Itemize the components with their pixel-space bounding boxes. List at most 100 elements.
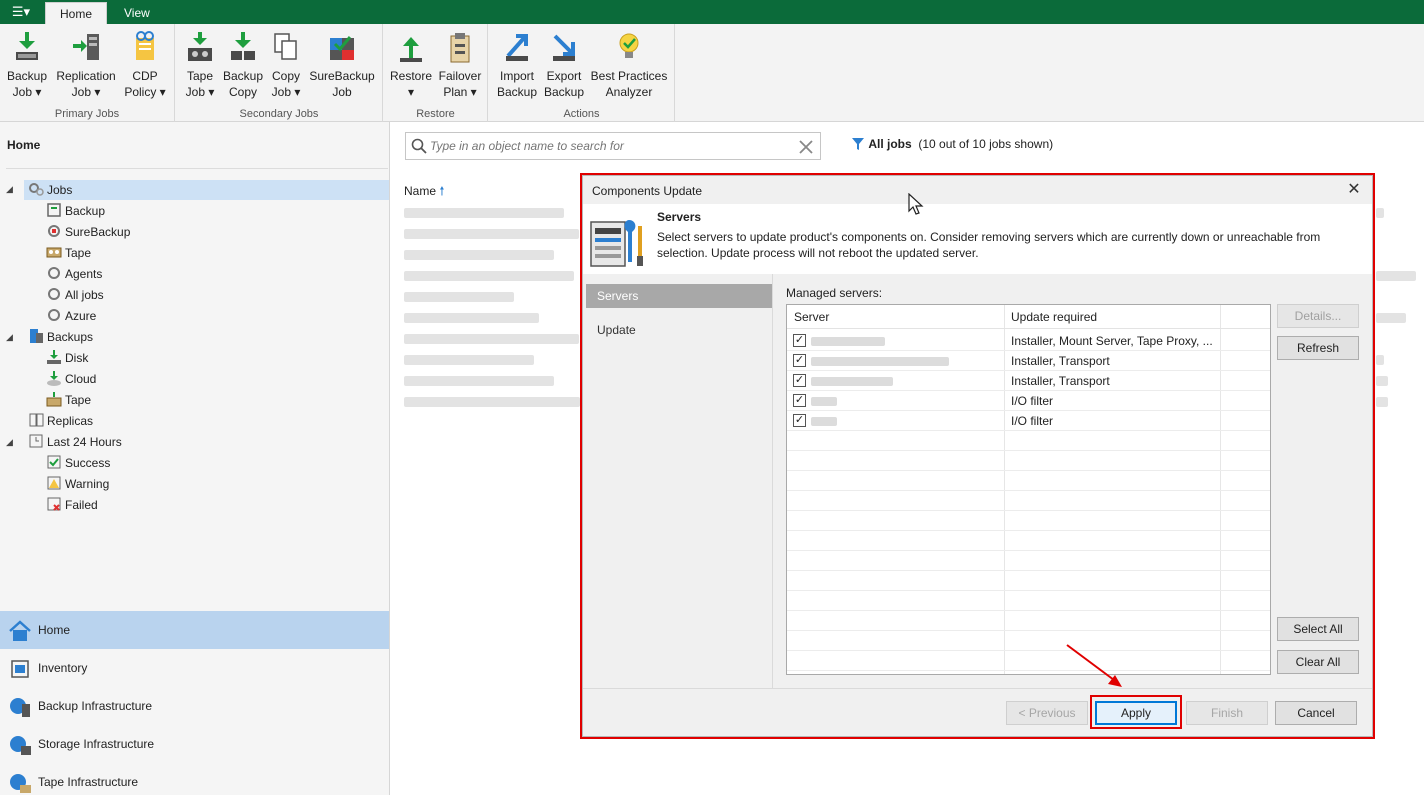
backup-job-button[interactable]: Backup Job ▾: [4, 30, 50, 100]
table-row[interactable]: ✓ Installer, Transport: [787, 351, 1270, 371]
list-item[interactable]: [404, 376, 554, 386]
copy-job-button[interactable]: Copy Job ▾: [266, 30, 306, 100]
tab-view[interactable]: View: [110, 2, 164, 24]
tree-item-backup[interactable]: Backup: [46, 201, 105, 221]
nav-home[interactable]: Home: [0, 611, 389, 649]
step-heading: Servers: [657, 210, 702, 224]
restore-button[interactable]: Restore ▾: [388, 30, 434, 100]
nav-backup-infrastructure[interactable]: Backup Infrastructure: [0, 687, 389, 725]
list-item[interactable]: [404, 313, 539, 323]
globe-server-icon: [10, 698, 30, 717]
tab-home[interactable]: Home: [45, 2, 108, 24]
tree-item-backups-tape[interactable]: Tape: [46, 390, 91, 410]
job-filter[interactable]: All jobs (10 out of 10 jobs shown): [851, 137, 1053, 151]
apply-button[interactable]: Apply: [1095, 701, 1177, 725]
list-item[interactable]: [404, 292, 514, 302]
clear-all-button[interactable]: Clear All: [1277, 650, 1359, 674]
tree-item-disk[interactable]: Disk: [46, 348, 88, 368]
column-header-name[interactable]: Name 🠕: [404, 182, 445, 203]
tree-item-warning[interactable]: Warning: [46, 474, 109, 494]
import-backup-icon: [506, 34, 528, 61]
tree-item-backups[interactable]: Backups: [28, 327, 93, 347]
failed-icon: [47, 497, 61, 511]
list-item: [1376, 208, 1384, 218]
export-backup-icon: [553, 34, 575, 61]
nav-tape-infrastructure[interactable]: Tape Infrastructure: [0, 763, 389, 795]
ribbon-group-restore: Restore ▾ Failover Plan ▾ Restore: [384, 24, 488, 122]
nav-inventory[interactable]: Inventory: [0, 649, 389, 687]
surebackup-job-button[interactable]: SureBackup Job: [306, 30, 378, 100]
cancel-button[interactable]: Cancel: [1275, 701, 1357, 725]
column-header-server[interactable]: Server: [794, 310, 829, 324]
inventory-icon: [11, 660, 29, 678]
backup-copy-icon: [231, 32, 255, 60]
best-practices-analyzer-button[interactable]: Best Practices Analyzer: [589, 30, 669, 100]
tree-item-replicas[interactable]: Replicas: [28, 411, 93, 431]
list-item[interactable]: [404, 397, 580, 407]
backup-copy-button[interactable]: Backup Copy: [220, 30, 266, 100]
copy-job-icon: [274, 33, 297, 60]
tree-item-cloud[interactable]: Cloud: [46, 369, 96, 389]
table-row[interactable]: ✓ I/O filter: [787, 391, 1270, 411]
list-item[interactable]: [404, 229, 579, 239]
tree-item-last-24-hours[interactable]: Last 24 Hours: [28, 432, 122, 452]
tree-item-agents[interactable]: Agents: [46, 264, 102, 284]
row-checkbox[interactable]: ✓: [793, 414, 806, 427]
search-input[interactable]: [430, 137, 790, 155]
list-item: [1376, 376, 1388, 386]
refresh-button[interactable]: Refresh: [1277, 336, 1359, 360]
select-all-button[interactable]: Select All: [1277, 617, 1359, 641]
step-servers[interactable]: Servers: [586, 284, 772, 308]
nav-storage-infrastructure[interactable]: Storage Infrastructure: [0, 725, 389, 763]
clear-search-icon[interactable]: [798, 139, 814, 155]
collapse-caret-icon[interactable]: ◢: [6, 184, 13, 195]
row-checkbox[interactable]: ✓: [793, 334, 806, 347]
tree-item-failed[interactable]: Failed: [46, 495, 98, 515]
list-item[interactable]: [404, 271, 574, 281]
export-backup-button[interactable]: Export Backup: [541, 30, 587, 100]
ribbon: Backup Job ▾ Replication Job ▾ CDP Policy ▾…: [0, 24, 1424, 122]
row-checkbox[interactable]: ✓: [793, 354, 806, 367]
column-header-update-required[interactable]: Update required: [1011, 310, 1097, 324]
tree-item-azure[interactable]: Azure: [46, 306, 96, 326]
empty-row: [787, 471, 1270, 491]
tree-item-all-jobs[interactable]: All jobs: [46, 285, 104, 305]
failover-plan-button[interactable]: Failover Plan ▾: [436, 30, 484, 100]
cdp-policy-button[interactable]: CDP Policy ▾: [120, 30, 170, 100]
main-menu-button[interactable]: ☰▾: [4, 2, 38, 22]
list-item[interactable]: [404, 334, 579, 344]
update-required-cell: Installer, Transport: [1011, 374, 1110, 388]
list-item[interactable]: [404, 250, 554, 260]
gear-icon: [48, 267, 60, 279]
close-icon[interactable]: ✕: [1344, 180, 1364, 200]
table-row[interactable]: ✓ Installer, Mount Server, Tape Proxy, .…: [787, 331, 1270, 351]
replication-job-button[interactable]: Replication Job ▾: [52, 30, 120, 100]
server-name-redacted: [811, 357, 949, 366]
row-checkbox[interactable]: ✓: [793, 374, 806, 387]
previous-button[interactable]: < Previous: [1006, 701, 1088, 725]
gear-icon: [48, 309, 60, 321]
empty-row: [787, 511, 1270, 531]
sort-ascending-icon: 🠕: [439, 184, 445, 198]
tree-item-jobs[interactable]: Jobs: [24, 180, 389, 200]
import-backup-button[interactable]: Import Backup: [495, 30, 539, 100]
table-row[interactable]: ✓ I/O filter: [787, 411, 1270, 431]
tree-item-tape[interactable]: Tape: [46, 243, 91, 263]
step-update[interactable]: Update: [586, 318, 772, 342]
server-name-redacted: [811, 397, 837, 406]
tree-item-success[interactable]: Success: [46, 453, 110, 473]
finish-button[interactable]: Finish: [1186, 701, 1268, 725]
table-row[interactable]: ✓ Installer, Transport: [787, 371, 1270, 391]
list-item[interactable]: [404, 355, 534, 365]
tape-job-button[interactable]: Tape Job ▾: [180, 30, 220, 100]
managed-servers-grid: Server Update required ✓ Installer, Moun…: [786, 304, 1271, 675]
list-item[interactable]: [404, 208, 564, 218]
search-box[interactable]: [405, 132, 821, 160]
collapse-caret-icon[interactable]: ◢: [6, 332, 13, 343]
collapse-caret-icon[interactable]: ◢: [6, 437, 13, 448]
update-required-cell: I/O filter: [1011, 414, 1054, 428]
row-checkbox[interactable]: ✓: [793, 394, 806, 407]
gears-icon: [29, 183, 44, 196]
tree-item-surebackup[interactable]: SureBackup: [46, 222, 130, 242]
details-button[interactable]: Details...: [1277, 304, 1359, 328]
